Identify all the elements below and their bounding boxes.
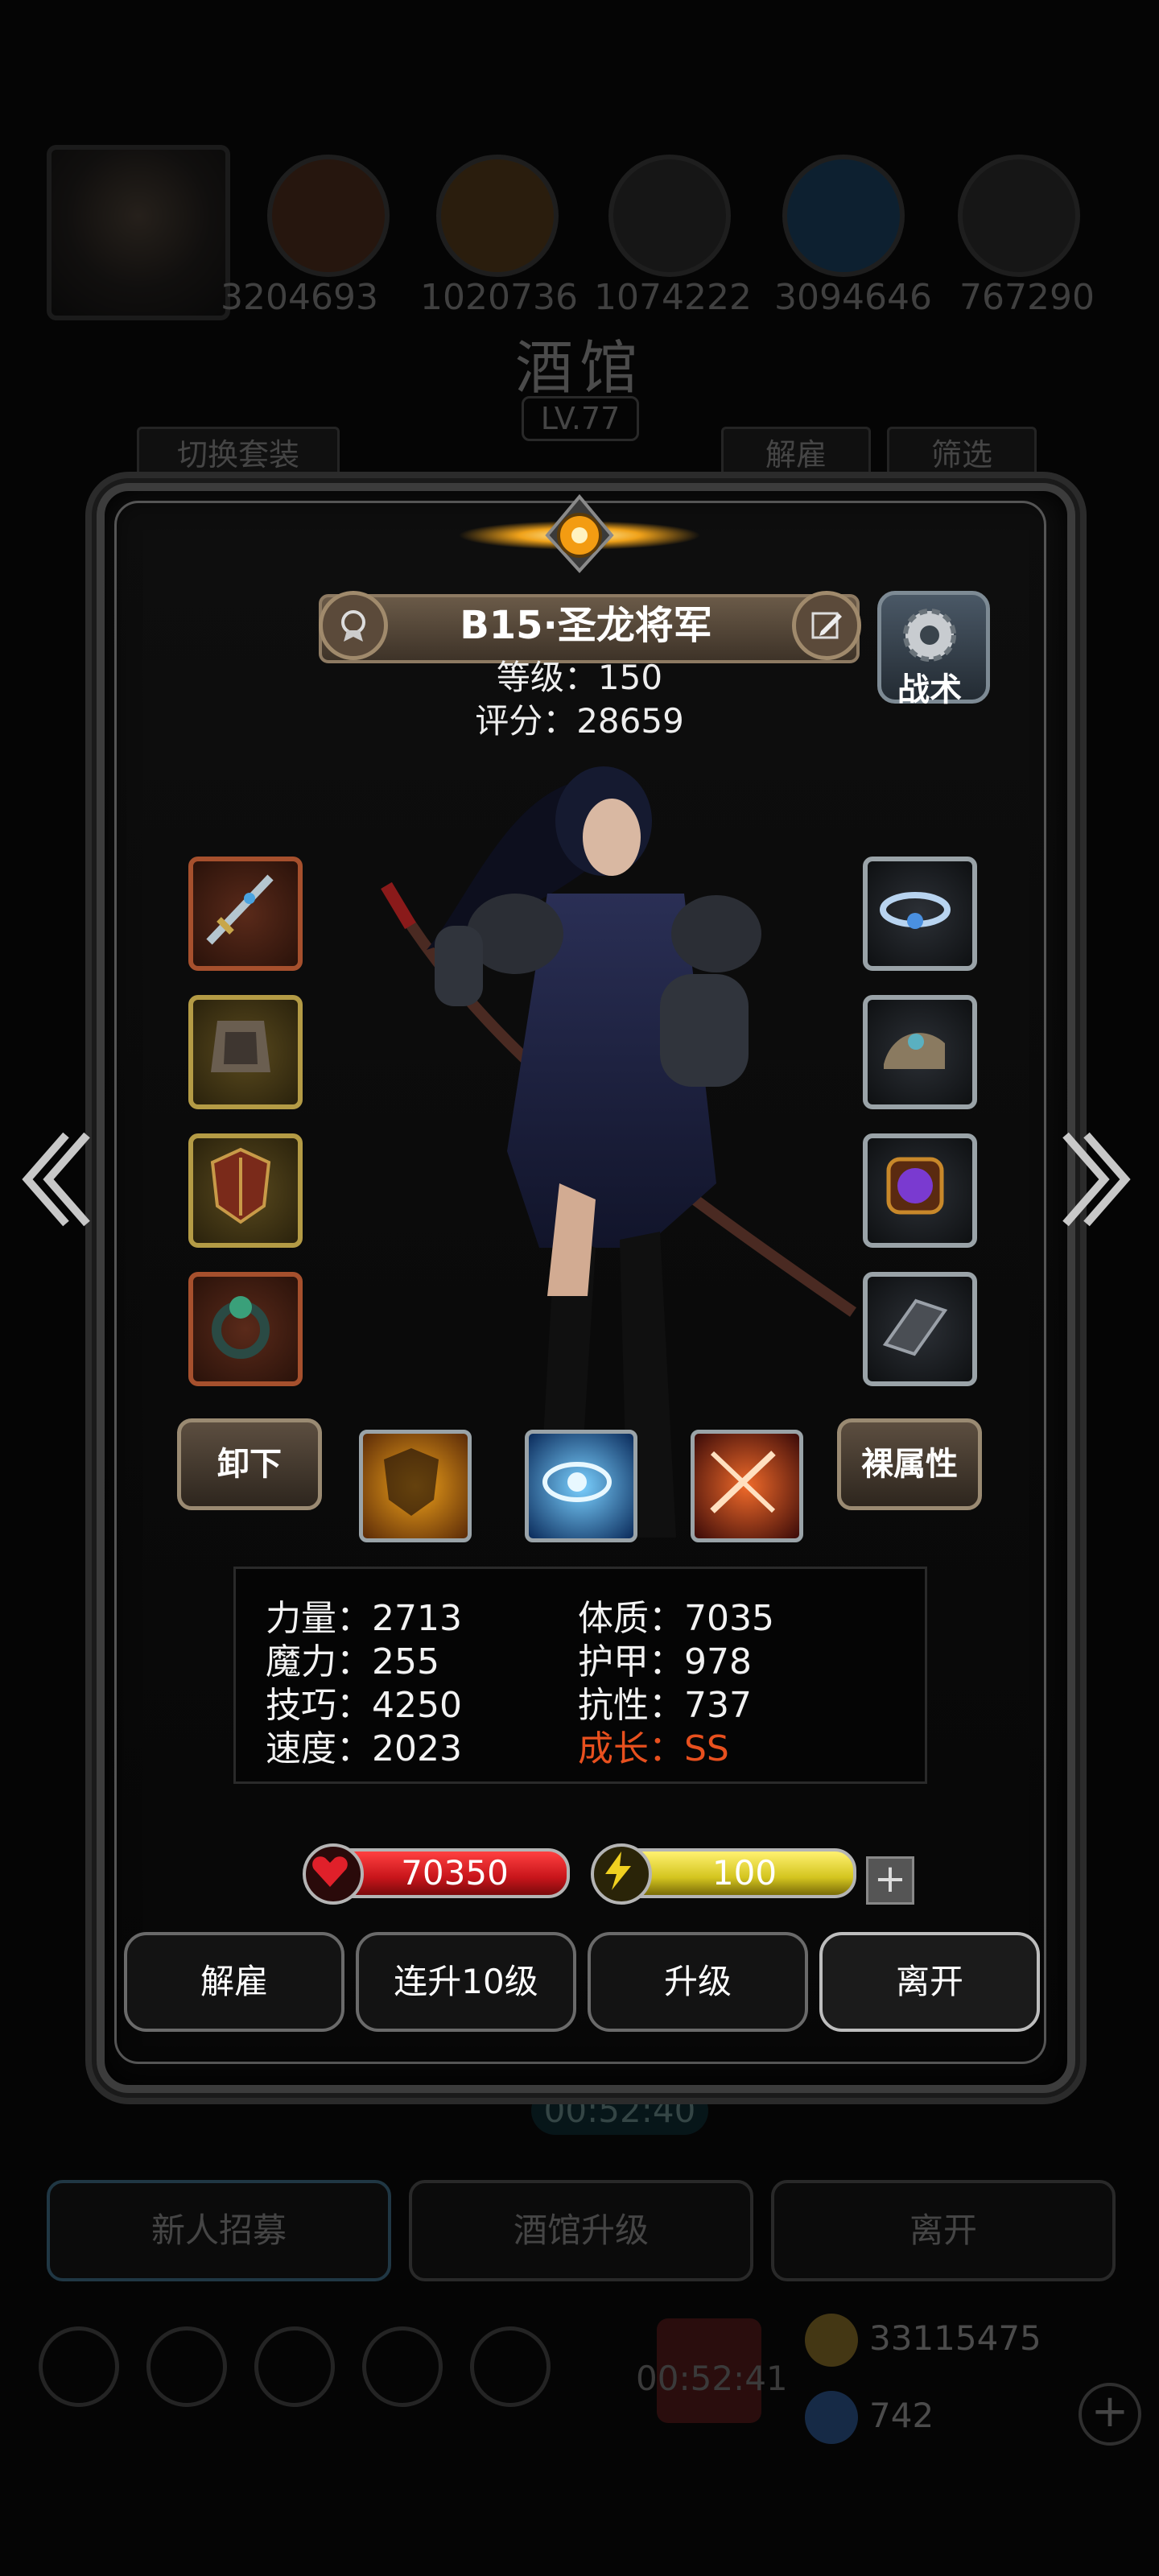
equip-slot-armor[interactable] [188,995,303,1109]
equip-slot-accessory[interactable] [863,1272,977,1386]
hp-value: 70350 [401,1853,509,1893]
energy-value: 100 [711,1853,777,1893]
gold-amount: 33115475 [869,2318,1041,2358]
resource-count-1: 3204693 [221,277,378,318]
menu-icon-2[interactable] [146,2326,227,2407]
equip-slot-shield[interactable] [188,1133,303,1248]
previous-hero-arrow-icon[interactable] [18,1127,90,1232]
upgrade-tavern-button[interactable]: 酒馆升级 [409,2180,753,2281]
naked-attributes-button[interactable]: 裸属性 [837,1418,982,1510]
add-currency-icon[interactable]: + [1079,2383,1141,2446]
menu-icon-3[interactable] [254,2326,335,2407]
shield-skill-icon [384,1448,439,1516]
hero-level: 等级：150 [496,658,663,697]
gift-timer: 00:52:41 [636,2359,788,2398]
gem-icon [805,2391,858,2444]
level-up-10-button[interactable]: 连升10级 [356,1932,576,2032]
resource-count-4: 3094646 [774,277,932,318]
hero-character-portrait [381,766,856,1538]
crown-icon [880,892,951,929]
resource-icon-2 [436,155,559,277]
skill-slash-slot[interactable] [691,1430,803,1542]
gauntlet-icon [884,1033,945,1069]
leave-button[interactable]: 离开 [819,1932,1040,2032]
resource-icon-3 [608,155,731,277]
equip-slot-boots[interactable] [863,995,977,1109]
recruit-button[interactable]: 新人招募 [47,2180,391,2281]
amulet-icon [886,1157,944,1215]
equip-slot-amulet[interactable] [863,1133,977,1248]
resource-count-5: 767290 [959,277,1095,318]
menu-icon-5[interactable] [470,2326,551,2407]
emblem-crest-icon [459,493,700,573]
eye-skill-icon [542,1462,612,1502]
hero-name: B15·圣龙将军 [460,603,712,648]
switch-outfit-tab[interactable]: 切换套装 [137,427,340,483]
resource-icon-5 [958,155,1080,277]
unequip-button[interactable]: 卸下 [177,1418,322,1510]
slash-skill-icon [710,1451,776,1513]
dismiss-tab[interactable]: 解雇 [721,427,871,483]
stat-speed: 速度：2023 [266,1728,462,1769]
resource-icon-1 [267,155,390,277]
add-energy-button[interactable]: + [866,1856,914,1905]
resource-count-2: 1020736 [420,277,578,318]
resource-icon-4 [782,155,905,277]
player-avatar [47,145,230,320]
menu-icon-1[interactable] [39,2326,119,2407]
menu-icon-4[interactable] [362,2326,443,2407]
shield-icon [210,1147,271,1224]
next-hero-arrow-icon[interactable] [1062,1127,1135,1232]
bracer-icon [882,1298,948,1356]
tavern-title: 酒馆 [514,334,644,402]
level-up-button[interactable]: 升级 [588,1932,808,2032]
chest-armor-icon [211,1021,270,1072]
ring-icon [212,1296,270,1359]
equip-slot-ring[interactable] [188,1272,303,1386]
gem-amount: 742 [869,2396,934,2435]
sword-icon [206,874,274,945]
skill-eye-slot[interactable] [525,1430,637,1542]
stat-growth: 成长：SS [578,1728,729,1769]
gold-coin-icon [805,2314,858,2367]
dismiss-button[interactable]: 解雇 [124,1932,344,2032]
skill-shield-slot[interactable] [359,1430,472,1542]
edit-pencil-icon [811,612,842,639]
tavern-leave-button[interactable]: 离开 [771,2180,1116,2281]
equip-slot-crown[interactable] [863,857,977,971]
tavern-level: LV.77 [522,396,639,441]
refresh-timer: 00:52:40 [531,2087,708,2135]
equip-slot-weapon[interactable] [188,857,303,971]
filter-tab[interactable]: 筛选 [887,427,1037,483]
resource-count-3: 1074222 [594,277,752,318]
